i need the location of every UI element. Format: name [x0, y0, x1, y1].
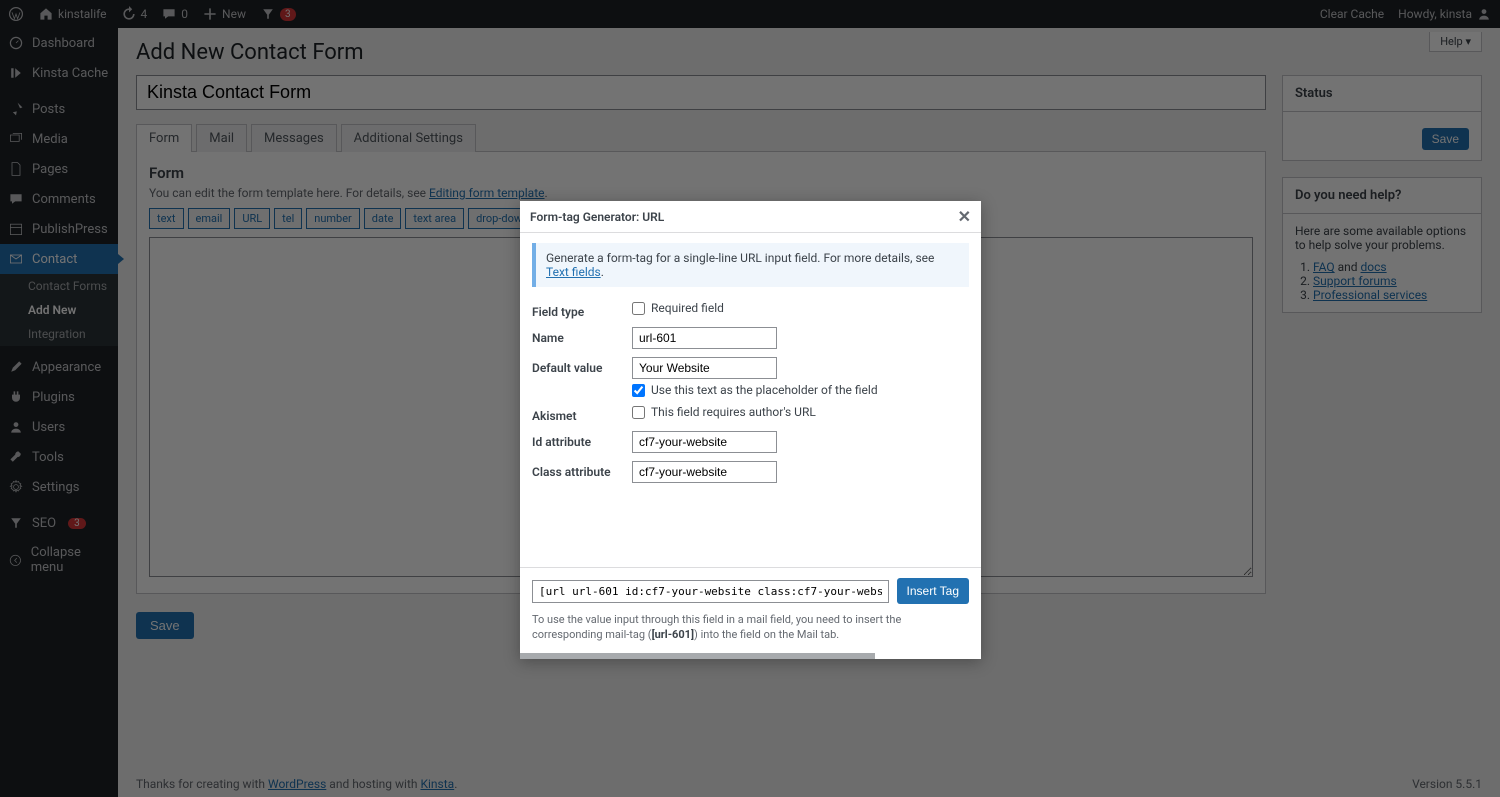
name-input[interactable] — [632, 327, 777, 349]
default-value-label: Default value — [532, 357, 632, 375]
output-tag-input[interactable] — [532, 580, 889, 603]
id-attr-label: Id attribute — [532, 431, 632, 449]
text-fields-link[interactable]: Text fields — [546, 265, 601, 279]
akismet-label: Akismet — [532, 405, 632, 423]
required-checkbox-label[interactable]: Required field — [632, 301, 969, 315]
placeholder-checkbox[interactable] — [632, 384, 645, 397]
insert-tag-button[interactable]: Insert Tag — [897, 578, 969, 604]
class-attr-input[interactable] — [632, 461, 777, 483]
akismet-checkbox-label[interactable]: This field requires author's URL — [632, 405, 969, 419]
akismet-checkbox[interactable] — [632, 406, 645, 419]
modal-close-button[interactable]: ✕ — [958, 207, 971, 226]
modal-title: Form-tag Generator: URL — [530, 210, 664, 224]
name-label: Name — [532, 327, 632, 345]
default-value-input[interactable] — [632, 357, 777, 379]
modal-note: To use the value input through this fiel… — [532, 612, 969, 643]
placeholder-checkbox-label[interactable]: Use this text as the placeholder of the … — [632, 383, 969, 397]
required-checkbox[interactable] — [632, 302, 645, 315]
class-attr-label: Class attribute — [532, 461, 632, 479]
id-attr-input[interactable] — [632, 431, 777, 453]
field-type-label: Field type — [532, 301, 632, 319]
modal-scrollbar[interactable] — [520, 653, 875, 659]
modal-info-banner: Generate a form-tag for a single-line UR… — [532, 243, 969, 287]
form-tag-modal: Form-tag Generator: URL ✕ Generate a for… — [520, 201, 981, 659]
